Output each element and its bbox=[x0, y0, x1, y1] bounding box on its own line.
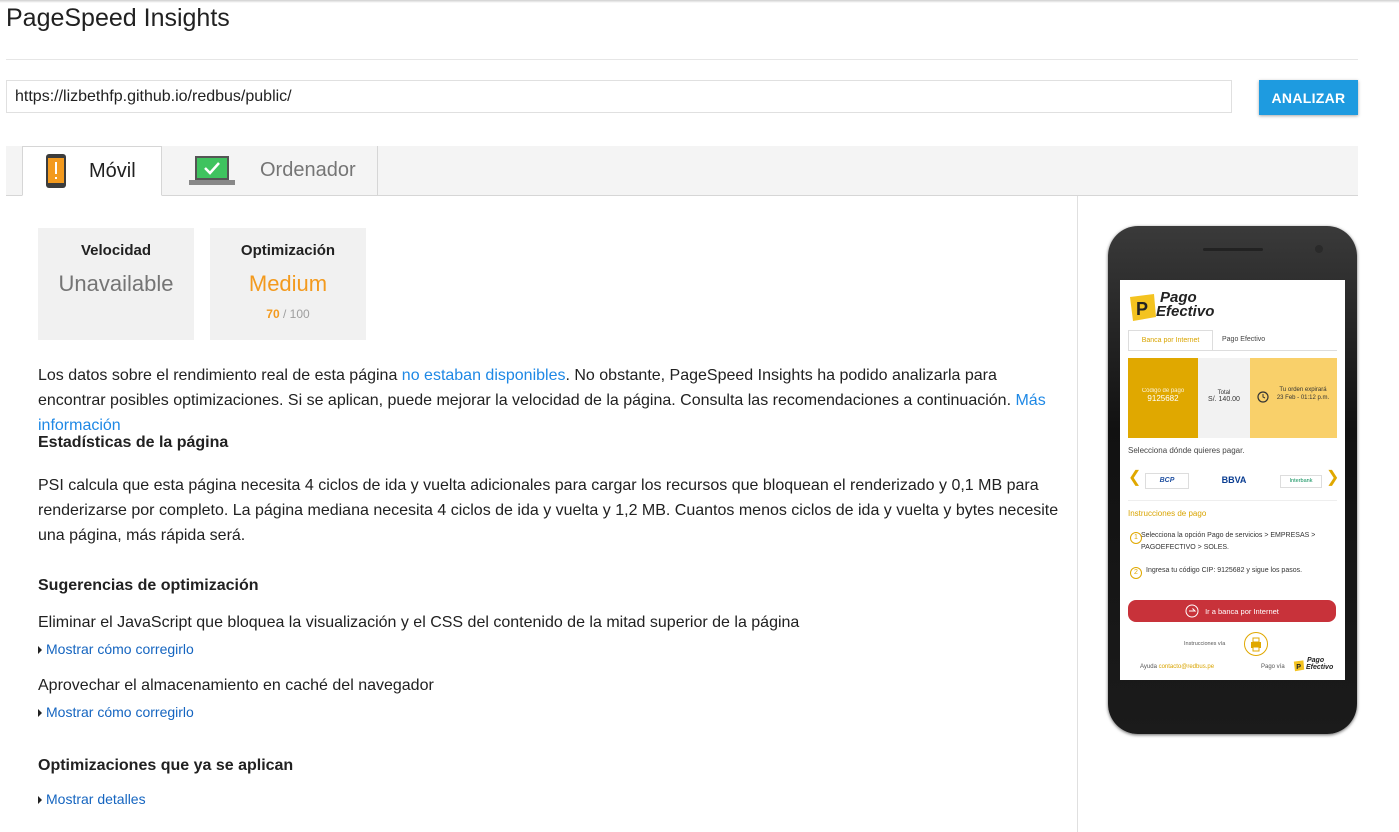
code-value: 9125682 bbox=[1147, 394, 1179, 403]
svg-text:P: P bbox=[1136, 299, 1148, 319]
stats-heading: Estadísticas de la página bbox=[38, 434, 229, 451]
tab-desktop[interactable]: Ordenador bbox=[164, 146, 378, 195]
suggestion-1-text: Eliminar el JavaScript que bloquea la vi… bbox=[38, 614, 800, 631]
preview-tab-line bbox=[1128, 350, 1337, 351]
expiry-value: 23 Feb - 01:12 p.m. bbox=[1276, 395, 1330, 401]
pagoefectivo-logo-icon: P bbox=[1130, 294, 1156, 321]
step-2-text: Ingresa tu código CIP: 9125682 y sigue l… bbox=[1146, 567, 1303, 574]
caret-right-icon bbox=[38, 795, 42, 804]
mobile-preview: P Pago Efectivo Banca por Internet Pago … bbox=[1108, 226, 1357, 734]
code-block: Código de pago 9125682 bbox=[1128, 358, 1198, 438]
printer-icon bbox=[1251, 637, 1261, 652]
total-value: S/. 140.00 bbox=[1208, 396, 1240, 403]
pagoefectivo-small-logo-icon: P bbox=[1293, 660, 1305, 672]
logo-line-2: Efectivo bbox=[1156, 303, 1215, 320]
optimization-score-number: 70 bbox=[266, 307, 280, 321]
suggestion-1-toggle-label: Mostrar cómo corregirlo bbox=[46, 641, 194, 657]
small-logo-line-2: Efectivo bbox=[1306, 664, 1334, 671]
pay-via-label: Pago vía bbox=[1261, 664, 1285, 670]
intro-text-1: Los datos sobre el rendimiento real de e… bbox=[38, 367, 402, 384]
expiry-label: Tu orden expirará bbox=[1279, 387, 1327, 393]
select-bank-text: Selecciona dónde quieres pagar. bbox=[1128, 446, 1245, 455]
applied-toggle-label: Mostrar detalles bbox=[46, 791, 146, 807]
tab-mobile[interactable]: Móvil bbox=[22, 146, 162, 196]
phone-speaker bbox=[1203, 248, 1263, 251]
alarm-clock-icon bbox=[1257, 391, 1269, 403]
bank-button-label: Ir a banca por Internet bbox=[1205, 606, 1279, 616]
preview-tab-bank: Banca por Internet bbox=[1128, 330, 1213, 350]
suggestions-heading: Sugerencias de optimización bbox=[38, 577, 259, 594]
help-email: contacto@redbus.pe bbox=[1158, 664, 1215, 670]
mobile-phone-icon bbox=[46, 154, 66, 188]
expiry-block: Tu orden expirará 23 Feb - 01:12 p.m. bbox=[1250, 358, 1337, 438]
optimization-value: Medium bbox=[248, 271, 328, 296]
tab-mobile-label: Móvil bbox=[89, 159, 136, 182]
phone-camera bbox=[1315, 245, 1323, 253]
suggestion-1-toggle[interactable]: Mostrar cómo corregirlo bbox=[38, 637, 1068, 662]
carousel-left-icon: ❮ bbox=[1128, 469, 1142, 486]
small-logo-line-1: Pago bbox=[1307, 657, 1325, 664]
svg-text:P: P bbox=[1296, 662, 1301, 671]
optimization-score-card: Optimización Medium 70 / 100 bbox=[210, 228, 366, 340]
carousel-right-icon: ❯ bbox=[1326, 469, 1340, 486]
url-input[interactable] bbox=[6, 80, 1232, 113]
page-title: PageSpeed Insights bbox=[6, 4, 230, 32]
phone-screen: P Pago Efectivo Banca por Internet Pago … bbox=[1120, 280, 1345, 680]
total-block: Total S/. 140.00 bbox=[1198, 358, 1250, 438]
unavailable-data-link[interactable]: no estaban disponibles bbox=[402, 367, 566, 384]
help-label: Ayuda bbox=[1140, 664, 1157, 670]
stats-text: PSI calcula que esta página necesita 4 c… bbox=[38, 477, 1059, 544]
print-icon bbox=[1244, 632, 1268, 656]
optimization-score-max: / 100 bbox=[283, 307, 310, 321]
bank-button: Ir a banca por Internet bbox=[1128, 600, 1336, 622]
speed-score-card: Velocidad Unavailable bbox=[38, 228, 194, 340]
step-2-badge: 2 bbox=[1130, 567, 1142, 579]
content-divider bbox=[1077, 196, 1078, 832]
optimization-score: 70 / 100 bbox=[210, 307, 366, 321]
suggestion-2-text: Aprovechar el almacenamiento en caché de… bbox=[38, 677, 434, 694]
caret-right-icon bbox=[38, 708, 42, 717]
optimization-label: Optimización bbox=[240, 242, 336, 259]
arrow-circle-icon bbox=[1185, 604, 1199, 618]
preview-tab-cash: Pago Efectivo bbox=[1222, 336, 1266, 343]
applied-toggle[interactable]: Mostrar detalles bbox=[38, 787, 1068, 812]
caret-right-icon bbox=[38, 645, 42, 654]
help-text: Ayuda contacto@redbus.pe bbox=[1140, 664, 1214, 670]
suggestion-2-toggle[interactable]: Mostrar cómo corregirlo bbox=[38, 700, 1068, 725]
suggestion-2-toggle-label: Mostrar cómo corregirlo bbox=[46, 704, 194, 720]
top-shadow bbox=[0, 0, 1399, 3]
step-1-text: Selecciona la opción Pago de servicios >… bbox=[1141, 532, 1316, 551]
device-tabbar: Móvil Ordenador bbox=[6, 146, 1358, 196]
laptop-check-icon bbox=[189, 155, 235, 185]
speed-value: Unavailable bbox=[58, 271, 174, 296]
code-label: Código de pago bbox=[1141, 388, 1185, 394]
instructions-via-label: Instrucciones vía bbox=[1184, 641, 1226, 647]
analyze-button[interactable]: ANALIZAR bbox=[1259, 80, 1358, 115]
header-divider bbox=[6, 59, 1358, 60]
bank-bcp-logo: BCP bbox=[1145, 473, 1189, 489]
intro-paragraph: Los datos sobre el rendimiento real de e… bbox=[38, 363, 1068, 438]
instructions-title: Instrucciones de pago bbox=[1128, 509, 1207, 518]
speed-label: Velocidad bbox=[80, 242, 152, 259]
preview-divider bbox=[1128, 500, 1337, 501]
applied-heading: Optimizaciones que ya se aplican bbox=[38, 757, 294, 774]
bank-bbva-logo: BBVA bbox=[1221, 475, 1247, 485]
tab-desktop-label: Ordenador bbox=[260, 159, 356, 181]
bank-interbank-logo: Interbank bbox=[1280, 475, 1322, 488]
